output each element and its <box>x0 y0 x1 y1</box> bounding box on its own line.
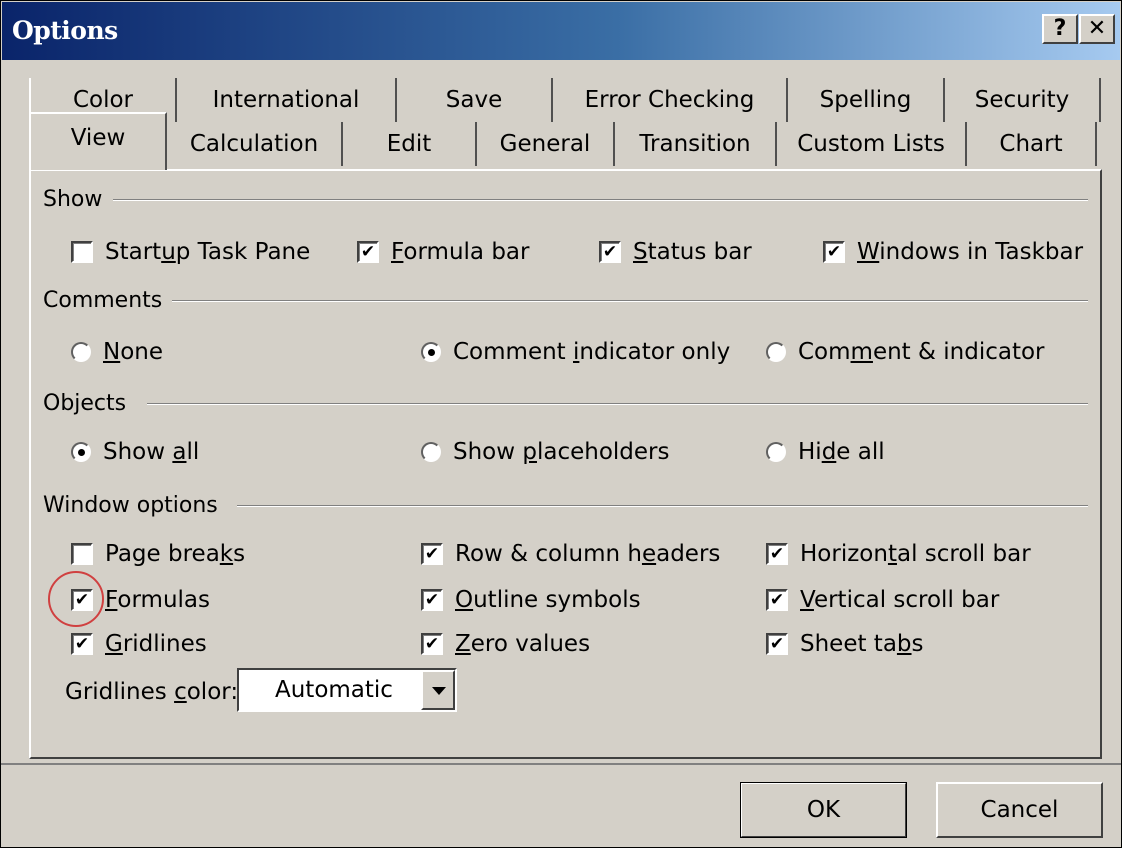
checkbox-box[interactable]: ✔ <box>357 241 379 263</box>
gridlines-color-value: Automatic <box>275 677 393 703</box>
tab-security[interactable]: Security <box>945 78 1101 122</box>
help-button[interactable]: ? <box>1042 14 1078 44</box>
gridlines-color-label: Gridlines color: <box>65 679 239 705</box>
checkbox-box[interactable] <box>71 241 93 263</box>
checkbox-box[interactable]: ✔ <box>599 241 621 263</box>
options-dialog: Options ? ✕ Color International Save Err… <box>0 0 1122 848</box>
tab-row-1: Color International Save Error Checking … <box>29 78 1101 122</box>
checkbox-box[interactable]: ✔ <box>766 589 788 611</box>
checkbox-box[interactable]: ✔ <box>421 633 443 655</box>
radio-circle[interactable] <box>421 342 441 362</box>
window-options-group-label: Window options <box>43 493 228 518</box>
title-bar[interactable]: Options ? ✕ <box>2 2 1120 60</box>
outline-symbols-label: Outline symbols <box>455 587 641 613</box>
formulas-label: Formulas <box>105 587 210 613</box>
window-options-group-line <box>237 505 1088 507</box>
windows-in-taskbar-label: Windows in Taskbar <box>857 239 1084 265</box>
tab-custom-lists[interactable]: Custom Lists <box>777 122 967 166</box>
comment-and-indicator-label: Comment & indicator <box>798 339 1045 365</box>
checkbox-box[interactable]: ✔ <box>766 543 788 565</box>
radio-circle[interactable] <box>766 342 786 362</box>
startup-task-pane-checkbox[interactable]: Startup Task Pane <box>71 239 310 265</box>
radio-circle[interactable] <box>71 442 91 462</box>
sheet-tabs-label: Sheet tabs <box>800 631 924 657</box>
dropdown-arrow-icon[interactable] <box>421 670 455 710</box>
vertical-scroll-bar-checkbox[interactable]: ✔ Vertical scroll bar <box>766 587 999 613</box>
checkbox-box[interactable] <box>71 543 93 565</box>
horizontal-scroll-bar-checkbox[interactable]: ✔ Horizontal scroll bar <box>766 541 1031 567</box>
checkbox-box[interactable]: ✔ <box>823 241 845 263</box>
zero-values-label: Zero values <box>455 631 591 657</box>
checkbox-box[interactable]: ✔ <box>71 633 93 655</box>
tab-view[interactable]: View <box>29 112 167 170</box>
radio-circle[interactable] <box>71 342 91 362</box>
dialog-title: Options <box>12 16 118 45</box>
zero-values-checkbox[interactable]: ✔ Zero values <box>421 631 590 657</box>
sheet-tabs-checkbox[interactable]: ✔ Sheet tabs <box>766 631 924 657</box>
tab-error-checking[interactable]: Error Checking <box>553 78 788 122</box>
show-all-radio[interactable]: Show all <box>71 439 199 465</box>
gridlines-color-select[interactable]: Automatic <box>237 668 457 712</box>
status-bar-checkbox[interactable]: ✔ Status bar <box>599 239 752 265</box>
tab-save[interactable]: Save <box>397 78 553 122</box>
radio-circle[interactable] <box>766 442 786 462</box>
comments-group-label: Comments <box>43 288 173 313</box>
highlight-circle <box>48 571 104 627</box>
bottom-separator <box>1 763 1121 765</box>
show-placeholders-label: Show placeholders <box>453 439 670 465</box>
radio-circle[interactable] <box>421 442 441 462</box>
show-all-label: Show all <box>103 439 200 465</box>
gridlines-checkbox[interactable]: ✔ Gridlines <box>71 631 207 657</box>
outline-symbols-checkbox[interactable]: ✔ Outline symbols <box>421 587 641 613</box>
objects-group-label: Objects <box>43 391 137 416</box>
close-button[interactable]: ✕ <box>1079 14 1115 44</box>
tab-international[interactable]: International <box>177 78 397 122</box>
checkbox-box[interactable]: ✔ <box>766 633 788 655</box>
tab-calculation[interactable]: Calculation <box>167 122 343 166</box>
show-group-line <box>113 199 1088 201</box>
tab-general[interactable]: General <box>477 122 615 166</box>
formula-bar-label: Formula bar <box>391 239 530 265</box>
startup-task-pane-label: Startup Task Pane <box>105 239 311 265</box>
tab-edit[interactable]: Edit <box>343 122 477 166</box>
checkbox-box[interactable]: ✔ <box>421 543 443 565</box>
objects-group-line <box>147 403 1088 405</box>
comment-indicator-only-label: Comment indicator only <box>453 339 731 365</box>
page-breaks-label: Page breaks <box>105 541 246 567</box>
comments-none-label: None <box>103 339 164 365</box>
comments-group-line <box>171 300 1088 302</box>
comment-and-indicator-radio[interactable]: Comment & indicator <box>766 339 1045 365</box>
hide-all-label: Hide all <box>798 439 885 465</box>
ok-button[interactable]: OK <box>740 782 907 838</box>
cancel-button[interactable]: Cancel <box>936 782 1103 838</box>
hide-all-radio[interactable]: Hide all <box>766 439 885 465</box>
tab-transition[interactable]: Transition <box>615 122 777 166</box>
windows-in-taskbar-checkbox[interactable]: ✔ Windows in Taskbar <box>823 239 1083 265</box>
show-group-label: Show <box>43 187 113 212</box>
row-column-headers-label: Row & column headers <box>455 541 721 567</box>
tab-row-2: View Calculation Edit General Transition… <box>29 112 1097 170</box>
comments-none-radio[interactable]: None <box>71 339 163 365</box>
formula-bar-checkbox[interactable]: ✔ Formula bar <box>357 239 529 265</box>
gridlines-label: Gridlines <box>105 631 207 657</box>
tab-spelling[interactable]: Spelling <box>788 78 945 122</box>
row-column-headers-checkbox[interactable]: ✔ Row & column headers <box>421 541 720 567</box>
vertical-scroll-bar-label: Vertical scroll bar <box>800 587 1000 613</box>
horizontal-scroll-bar-label: Horizontal scroll bar <box>800 541 1031 567</box>
status-bar-label: Status bar <box>633 239 752 265</box>
comment-indicator-only-radio[interactable]: Comment indicator only <box>421 339 730 365</box>
tab-chart[interactable]: Chart <box>967 122 1097 166</box>
show-placeholders-radio[interactable]: Show placeholders <box>421 439 670 465</box>
page-breaks-checkbox[interactable]: Page breaks <box>71 541 245 567</box>
checkbox-box[interactable]: ✔ <box>421 589 443 611</box>
